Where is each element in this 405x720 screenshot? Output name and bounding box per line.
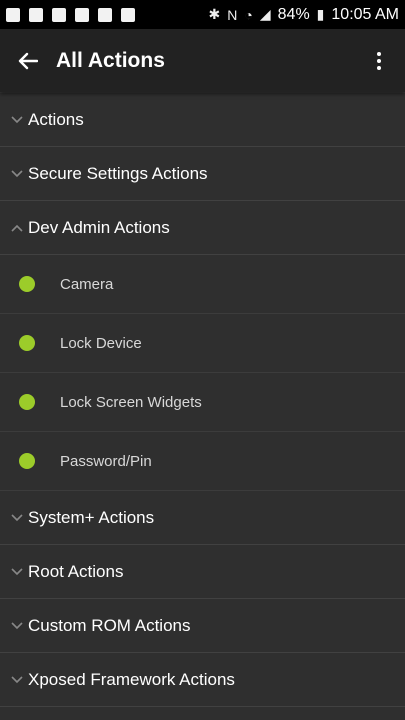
app-bar: All Actions — [0, 29, 405, 92]
group-custom-rom[interactable]: Custom ROM Actions — [0, 599, 405, 653]
action-label: Camera — [60, 275, 114, 293]
group-xposed[interactable]: Xposed Framework Actions — [0, 653, 405, 707]
bluetooth-icon: ✱ — [208, 6, 221, 22]
group-dev-admin[interactable]: Dev Admin Actions — [0, 201, 405, 255]
chevron-down-icon — [10, 115, 24, 125]
notification-icon — [6, 7, 20, 22]
chevron-up-icon — [10, 223, 24, 233]
action-label: Lock Screen Widgets — [60, 393, 202, 411]
action-item-lock-device[interactable]: Lock Device — [0, 314, 405, 373]
status-bar: ✱ N ◔ ◢ 84% ▮ 10:05 AM — [0, 0, 405, 29]
action-list: Actions Secure Settings Actions Dev Admi… — [0, 92, 405, 707]
status-dot-icon — [19, 394, 35, 410]
battery-icon: ▮ — [316, 6, 325, 22]
facebook-icon — [29, 7, 43, 22]
mail-icon — [121, 7, 135, 22]
messenger-icon — [52, 7, 66, 22]
wifi-icon: ◔ — [244, 6, 253, 23]
group-label: Xposed Framework Actions — [28, 669, 235, 689]
action-item-camera[interactable]: Camera — [0, 255, 405, 314]
group-label: Root Actions — [28, 561, 124, 581]
action-item-lock-screen-widgets[interactable]: Lock Screen Widgets — [0, 373, 405, 432]
group-root[interactable]: Root Actions — [0, 545, 405, 599]
app-icon — [98, 7, 112, 22]
chevron-down-icon — [10, 567, 24, 577]
group-label: Secure Settings Actions — [28, 163, 208, 183]
clock: 10:05 AM — [331, 5, 399, 23]
back-arrow-icon — [18, 52, 38, 69]
group-label: Custom ROM Actions — [28, 615, 191, 635]
battery-percent: 84% — [277, 5, 310, 23]
group-secure-settings[interactable]: Secure Settings Actions — [0, 147, 405, 201]
chevron-down-icon — [10, 621, 24, 631]
back-button[interactable] — [16, 49, 40, 73]
page-title: All Actions — [56, 48, 165, 72]
action-label: Lock Device — [60, 334, 142, 352]
group-label: Dev Admin Actions — [28, 217, 170, 237]
signal-icon: ◢ — [259, 6, 271, 22]
status-dot-icon — [19, 335, 35, 351]
system-icons: ✱ N ◔ ◢ 84% ▮ 10:05 AM — [209, 6, 399, 24]
chevron-down-icon — [10, 169, 24, 179]
gallery-icon — [75, 7, 89, 22]
overflow-menu-button[interactable] — [369, 49, 389, 73]
status-dot-icon — [19, 453, 35, 469]
status-dot-icon — [19, 276, 35, 292]
action-item-password-pin[interactable]: Password/Pin — [0, 432, 405, 491]
group-system-plus[interactable]: System+ Actions — [0, 491, 405, 545]
action-label: Password/Pin — [60, 452, 152, 470]
group-actions[interactable]: Actions — [0, 93, 405, 147]
chevron-down-icon — [10, 675, 24, 685]
nfc-icon: N — [227, 6, 238, 23]
group-label: Actions — [28, 109, 84, 129]
chevron-down-icon — [10, 513, 24, 523]
group-label: System+ Actions — [28, 507, 155, 527]
notification-icons — [6, 7, 135, 22]
